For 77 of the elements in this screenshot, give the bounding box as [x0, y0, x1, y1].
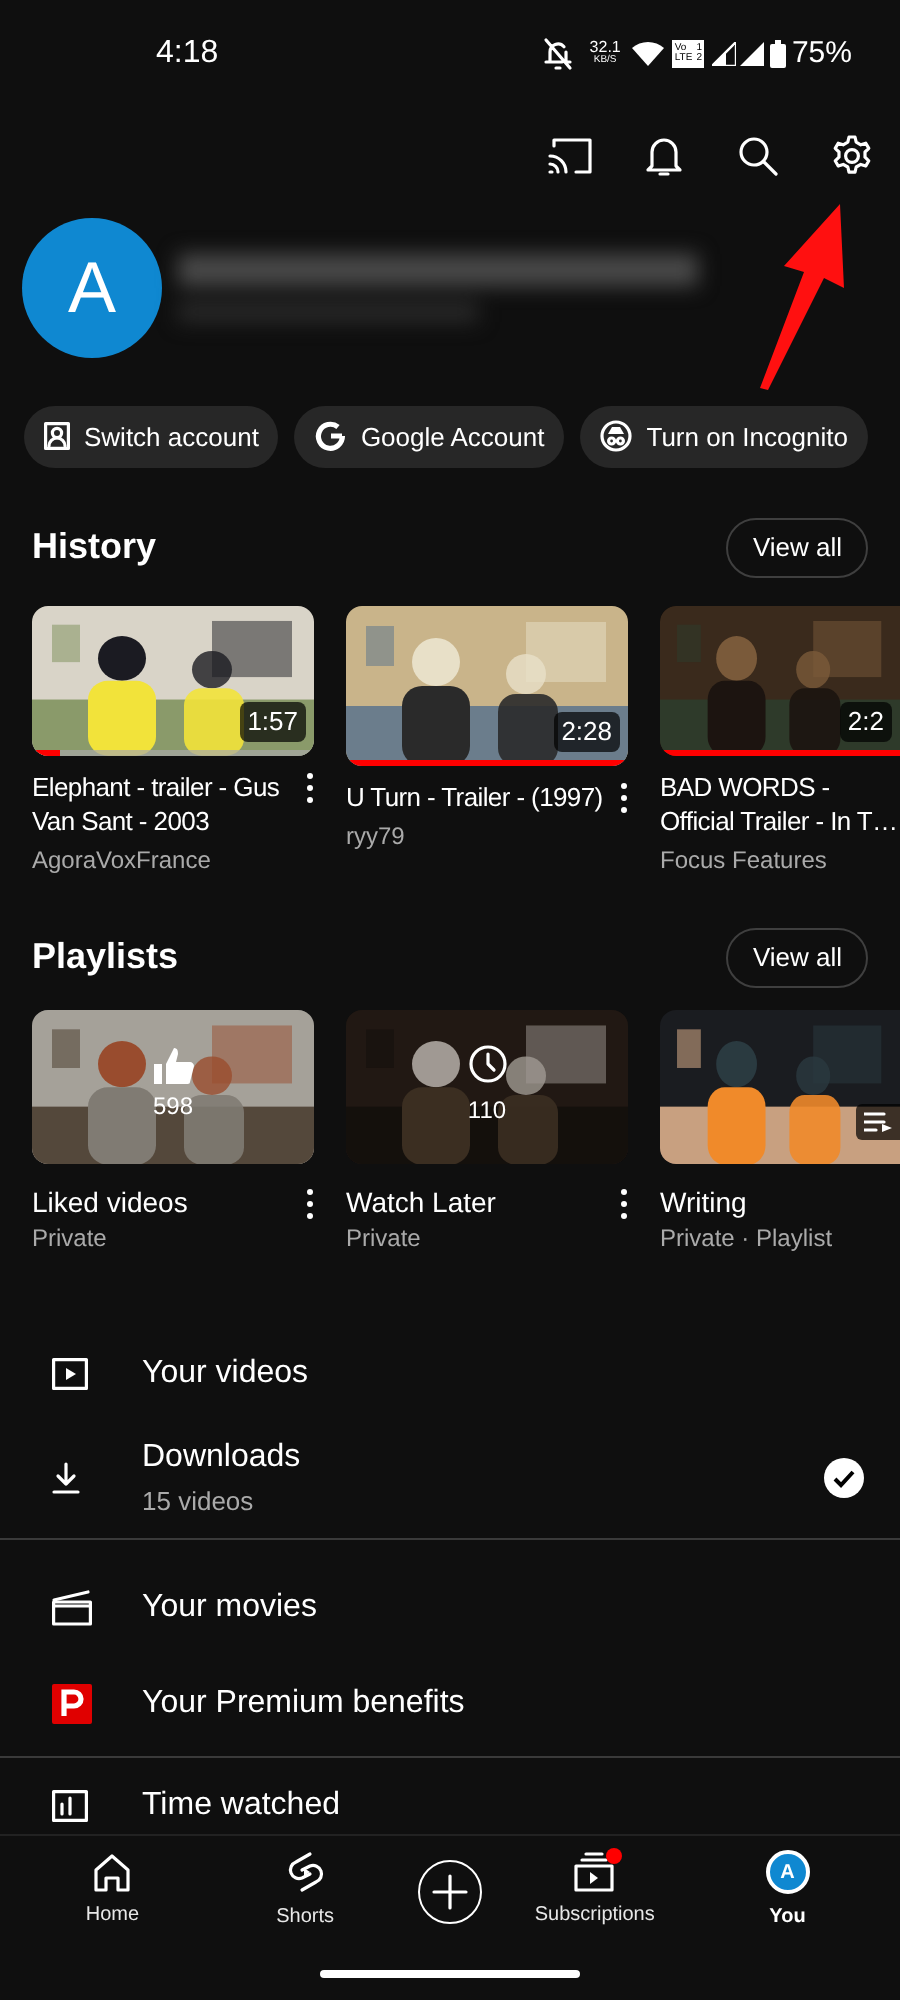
duration-badge: 2:2 [839, 702, 892, 742]
signal-icon [739, 41, 764, 66]
avatar-icon: A [765, 1850, 810, 1895]
playlist-title[interactable]: Watch Later [346, 1184, 612, 1221]
home-icon [92, 1852, 133, 1893]
clapperboard-icon [52, 1590, 92, 1627]
plus-icon [431, 1873, 468, 1910]
avatar[interactable]: A [22, 217, 162, 358]
chart-icon [52, 1790, 88, 1823]
chip-button[interactable]: Switch account [24, 405, 279, 468]
download-icon [52, 1462, 80, 1495]
more-icon [306, 1188, 314, 1221]
playlist-title[interactable]: Liked videos [32, 1184, 298, 1221]
video-title[interactable]: BAD WORDS - Official Trailer - In T… [660, 769, 900, 838]
bell-off-icon [541, 35, 574, 72]
view-all-button[interactable]: View all [726, 517, 868, 578]
video-title[interactable]: Elephant - trailer - Gus Van Sant - 2003 [32, 769, 298, 838]
playlist-subtitle: Private [32, 1222, 109, 1257]
menu-item[interactable]: Time watched [0, 1778, 900, 1835]
channel-name: Focus Features [660, 843, 829, 878]
settings-button[interactable] [830, 134, 874, 179]
account-icon [44, 422, 70, 451]
playlist-subtitle: Private [346, 1222, 423, 1257]
premium-icon [52, 1684, 92, 1725]
duration-badge: 2:28 [553, 712, 620, 752]
battery-percent: 75% [791, 33, 852, 74]
battery-icon [769, 39, 786, 68]
google-icon [314, 420, 347, 453]
section-title: Playlists [32, 934, 179, 981]
thumbs-up-icon [153, 1048, 193, 1085]
more-icon [620, 1188, 628, 1221]
incognito-icon [600, 420, 633, 453]
section-title: History [32, 524, 157, 571]
menu-item[interactable]: Your movies [0, 1560, 900, 1657]
video-count: 598 [152, 1090, 194, 1125]
duration-badge: 1:57 [239, 702, 306, 742]
menu-label: Your movies [142, 1588, 319, 1629]
more-icon [306, 771, 314, 804]
cast-icon [548, 138, 592, 175]
view-all-button[interactable]: View all [726, 927, 868, 988]
menu-item[interactable]: Your Premium benefits [0, 1656, 900, 1753]
search-button[interactable] [736, 134, 780, 179]
nav-tab[interactable]: Shorts [225, 1850, 386, 1933]
nav-tab[interactable]: Subscriptions [514, 1852, 675, 1931]
menu-sublabel: 15 videos [142, 1484, 256, 1521]
menu-label: Your videos [142, 1354, 311, 1395]
video-count: 110 [467, 1094, 507, 1129]
menu-label: Time watched [142, 1786, 342, 1827]
menu-item[interactable]: Downloads 15 videos [0, 1422, 900, 1535]
net-speed: 32.1 [589, 40, 621, 57]
status-time: 4:18 [156, 33, 219, 74]
settings-icon [830, 134, 874, 179]
playlist-icon [864, 1112, 892, 1133]
playlist-title[interactable]: Writing [660, 1184, 900, 1221]
menu-item[interactable]: Your videos [0, 1326, 900, 1423]
more-icon [620, 781, 628, 814]
video-title[interactable]: U Turn - Trailer - (1997) [346, 779, 612, 814]
chip-button[interactable]: Turn on Incognito [580, 405, 868, 468]
create-button[interactable] [417, 1859, 482, 1924]
menu-label: Your Premium benefits [142, 1684, 467, 1725]
cast-button[interactable] [548, 134, 592, 179]
notifications-button[interactable] [642, 134, 686, 179]
search-icon [738, 136, 778, 177]
chip-button[interactable]: Google Account [294, 405, 565, 468]
nav-tab[interactable]: A You [707, 1850, 868, 1933]
playlist-subtitle: Private · Playlist [660, 1222, 835, 1257]
channel-name: ryy79 [346, 819, 407, 854]
channel-name: AgoraVoxFrance [32, 843, 213, 878]
nav-tab[interactable]: Home [32, 1852, 193, 1931]
shorts-icon [287, 1850, 324, 1895]
signal-icon [711, 41, 736, 66]
bell-icon [644, 134, 684, 179]
subscriptions-icon [574, 1852, 615, 1893]
menu-label: Downloads [142, 1438, 303, 1479]
wifi-icon [632, 40, 665, 67]
clock-icon [467, 1044, 507, 1085]
video-icon [52, 1358, 88, 1391]
